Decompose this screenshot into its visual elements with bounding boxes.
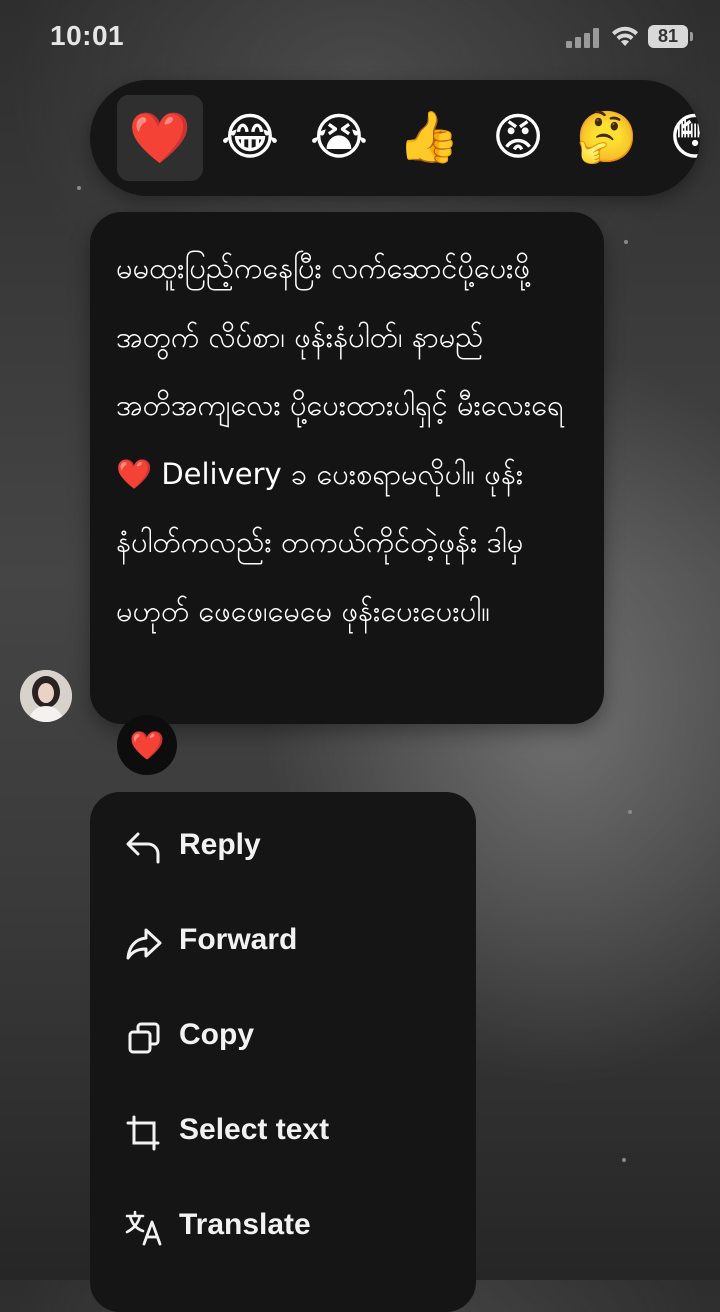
thinking-reaction-button[interactable]: 🤔 xyxy=(570,100,644,174)
translate-icon xyxy=(125,1210,162,1246)
message-bubble[interactable]: မမထူးပြည့်ကနေပြီး လက်ဆောင်ပို့ပေးဖို့အတွ… xyxy=(90,212,604,724)
status-bar: 10:01 81 xyxy=(0,0,720,76)
forward-icon xyxy=(126,928,162,960)
crop-select-icon xyxy=(126,1115,160,1151)
reply-label: Reply xyxy=(179,828,261,861)
select-text-menu-item[interactable]: Select text xyxy=(90,1085,476,1180)
background-dot xyxy=(628,810,632,814)
background-dot xyxy=(622,1158,626,1162)
thumbs-up-reaction-button[interactable]: 👍 xyxy=(392,100,466,174)
message-reaction-badge[interactable]: ❤️ xyxy=(117,715,177,775)
context-menu: Reply Forward Copy Select text Translate xyxy=(90,792,476,1312)
laughing-reaction-button[interactable]: 😂 xyxy=(213,100,287,174)
flushed-reaction-button[interactable]: 😳 xyxy=(658,100,700,174)
heart-reaction-button[interactable]: ❤️ xyxy=(117,95,203,181)
forward-menu-item[interactable]: Forward xyxy=(90,895,476,990)
message-text: မမထူးပြည့်ကနေပြီး လက်ဆောင်ပို့ပေးဖို့အတွ… xyxy=(116,251,564,628)
copy-menu-item[interactable]: Copy xyxy=(90,990,476,1085)
crying-reaction-button[interactable]: 😭 xyxy=(302,100,376,174)
cellular-signal-icon xyxy=(566,28,600,48)
status-time: 10:01 xyxy=(50,20,125,51)
translate-menu-item[interactable]: Translate xyxy=(90,1180,476,1275)
battery-nub xyxy=(690,32,693,41)
background-dot xyxy=(77,186,81,190)
select-text-label: Select text xyxy=(179,1113,330,1146)
reply-icon xyxy=(126,832,160,864)
angry-reaction-button[interactable]: 😡 xyxy=(481,100,555,174)
wifi-icon xyxy=(612,26,638,46)
forward-label: Forward xyxy=(179,923,298,956)
translate-label: Translate xyxy=(179,1208,311,1241)
avatar-image xyxy=(20,670,72,722)
battery-indicator: 81 xyxy=(648,25,688,48)
reply-menu-item[interactable]: Reply xyxy=(90,800,476,895)
background-dot xyxy=(624,240,628,244)
avatar[interactable] xyxy=(20,670,72,722)
reaction-picker: ❤️ 😂 😭 👍 😡 🤔 😳 xyxy=(90,80,700,196)
copy-icon xyxy=(128,1022,160,1054)
copy-label: Copy xyxy=(179,1018,254,1051)
